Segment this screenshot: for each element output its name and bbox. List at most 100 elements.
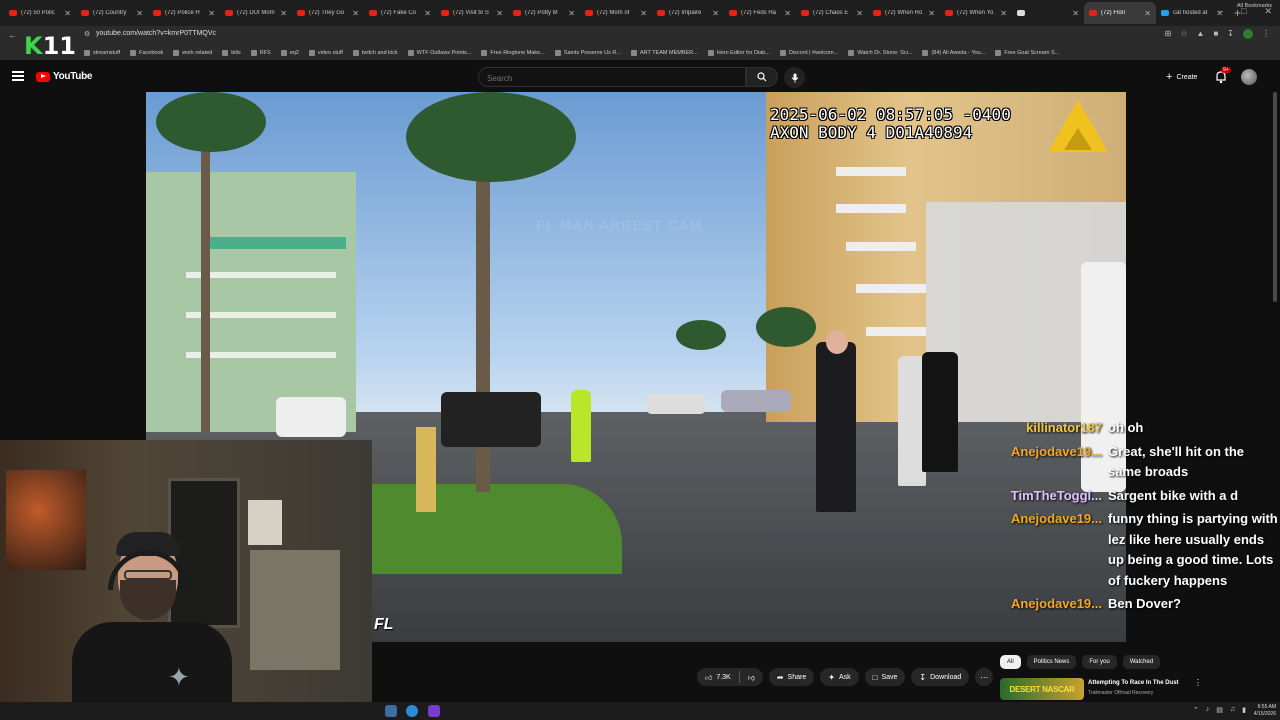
dislike-button[interactable]: 👎︎ bbox=[740, 673, 763, 682]
tab-close-icon[interactable]: ✕ bbox=[136, 9, 143, 18]
bookmark-item[interactable]: Watch Dr. Stone: Sci... bbox=[848, 50, 912, 56]
browser-tab[interactable]: (72) 50 Polic ✕ bbox=[4, 2, 76, 24]
create-button[interactable]: + Create bbox=[1158, 68, 1205, 86]
filter-chip[interactable]: For you bbox=[1082, 655, 1117, 669]
bookmark-item[interactable]: (84) Ali Aweda - You... bbox=[922, 50, 985, 56]
like-button[interactable]: 👍︎ 7.3K bbox=[697, 673, 739, 682]
tab-favicon-icon bbox=[1017, 10, 1025, 16]
tab-close-icon[interactable]: ✕ bbox=[784, 9, 791, 18]
url-input[interactable]: youtube.com/watch?v=kmrP0TTMQVc bbox=[96, 30, 216, 37]
download-icon: ↧ bbox=[919, 672, 927, 682]
bookmark-item[interactable]: work related bbox=[173, 50, 212, 56]
bookmark-item[interactable]: ART TEAM MEMBER... bbox=[630, 50, 698, 56]
tab-close-icon[interactable]: ✕ bbox=[1000, 9, 1007, 18]
recommended-title[interactable]: Attempting To Race In The Dust bbox=[1088, 680, 1179, 686]
site-info-icon[interactable]: ⚙ bbox=[84, 30, 90, 38]
ask-button[interactable]: ✦ Ask bbox=[820, 668, 859, 686]
tab-title: (72) DUI Mom bbox=[237, 10, 275, 16]
more-actions-icon[interactable]: ⋯ bbox=[975, 668, 994, 686]
bookmark-item[interactable]: Discord | #welcom... bbox=[779, 50, 838, 56]
browser-menu-icon[interactable]: ⋮ bbox=[1262, 29, 1270, 39]
bookmark-item[interactable]: Hero Editor for Diab... bbox=[707, 50, 770, 56]
tab-close-icon[interactable]: ✕ bbox=[568, 9, 575, 18]
filter-chip[interactable]: All bbox=[1000, 655, 1021, 669]
tab-close-icon[interactable]: ✕ bbox=[208, 9, 215, 18]
tray-chevron-icon[interactable]: ⌃ bbox=[1193, 706, 1199, 714]
bookmark-item[interactable]: Free Goat Scream S... bbox=[995, 50, 1059, 56]
browser-tab[interactable]: (72) They Go ✕ bbox=[292, 2, 364, 24]
tray-network-icon[interactable]: ▤ bbox=[1216, 706, 1223, 714]
bookmark-item[interactable]: RFS bbox=[250, 50, 271, 56]
hamburger-menu-icon[interactable] bbox=[12, 71, 24, 81]
browser-tab[interactable]: (72) When Yo ✕ bbox=[940, 2, 1012, 24]
browser-tab[interactable]: (72) When Ro ✕ bbox=[868, 2, 940, 24]
video-scene-palm-leaves bbox=[676, 320, 726, 350]
bookmark-item[interactable]: Facebook bbox=[130, 50, 163, 56]
taskbar-clock[interactable]: 6:55 AM 4/15/2026 bbox=[1254, 704, 1276, 718]
video-actions: 👍︎ 7.3K 👎︎ ➦ Share ✦ Ask □ Save ↧ Download ⋯ bbox=[697, 668, 994, 686]
puzzle-icon[interactable]: ■ bbox=[1213, 29, 1218, 39]
browser-tab[interactable]: (72) Impaire ✕ bbox=[652, 2, 724, 24]
filter-chip[interactable]: Watched bbox=[1122, 655, 1161, 669]
download-button[interactable]: ↧ Download bbox=[911, 668, 970, 686]
recommended-menu-icon[interactable]: ⋮ bbox=[1194, 678, 1202, 687]
recommended-channel[interactable]: Trailmaster Offroad Recovery bbox=[1088, 690, 1153, 696]
browser-tab[interactable]: (72) Flori ✕ bbox=[1084, 2, 1156, 24]
bookmark-item[interactable]: WTF Outlaws Points... bbox=[407, 50, 471, 56]
extension-icon[interactable]: ▲ bbox=[1197, 29, 1205, 39]
save-button[interactable]: □ Save bbox=[864, 668, 906, 686]
user-avatar[interactable] bbox=[1241, 69, 1257, 85]
tray-battery-icon[interactable]: ▮ bbox=[1242, 706, 1246, 714]
voice-search-button[interactable] bbox=[784, 67, 805, 88]
back-icon[interactable]: ← bbox=[8, 30, 17, 40]
browser-tab[interactable]: (72) Potty M ✕ bbox=[508, 2, 580, 24]
minimize-icon[interactable]: – bbox=[1218, 6, 1223, 17]
bookmark-item[interactable]: streamstuff bbox=[84, 50, 120, 56]
tab-close-icon[interactable]: ✕ bbox=[712, 9, 719, 18]
tab-close-icon[interactable]: ✕ bbox=[856, 9, 863, 18]
all-bookmarks[interactable]: All Bookmarks bbox=[1237, 3, 1272, 9]
tray-speaker-icon[interactable]: ♫ bbox=[1230, 706, 1235, 714]
bookmark-star-icon[interactable]: ☆ bbox=[1180, 29, 1187, 39]
browser-tab[interactable]: (72) Country ✕ bbox=[76, 2, 148, 24]
browser-app-icon[interactable] bbox=[406, 705, 418, 717]
settings-app-icon[interactable] bbox=[385, 705, 397, 717]
search-button[interactable] bbox=[746, 67, 778, 87]
tab-close-icon[interactable]: ✕ bbox=[640, 9, 647, 18]
tray-volume-icon[interactable]: ♪ bbox=[1206, 706, 1210, 714]
share-button[interactable]: ➦ Share bbox=[768, 668, 815, 686]
page-scrollbar[interactable] bbox=[1273, 92, 1277, 302]
bookmark-item[interactable]: bills bbox=[222, 50, 241, 56]
downloads-icon[interactable]: ↧ bbox=[1227, 29, 1234, 39]
browser-tab[interactable]: (72) Police H ✕ bbox=[148, 2, 220, 24]
browser-tab[interactable]: (72) Fake Co ✕ bbox=[364, 2, 436, 24]
tab-close-icon[interactable]: ✕ bbox=[496, 9, 503, 18]
bookmark-item[interactable]: Saints Preserve Us R... bbox=[554, 50, 621, 56]
tab-close-icon[interactable]: ✕ bbox=[928, 9, 935, 18]
browser-tab[interactable]: (72) Chaos E ✕ bbox=[796, 2, 868, 24]
filter-chip[interactable]: Politics News bbox=[1026, 655, 1077, 669]
tab-close-icon[interactable]: ✕ bbox=[1072, 9, 1079, 18]
tab-close-icon[interactable]: ✕ bbox=[280, 9, 287, 18]
video-scene-hotel-balcony bbox=[836, 204, 906, 213]
obs-app-icon[interactable] bbox=[428, 705, 440, 717]
install-icon[interactable]: ⊞ bbox=[1165, 29, 1172, 39]
tab-close-icon[interactable]: ✕ bbox=[64, 9, 71, 18]
browser-tab[interactable]: (72) Mom of ✕ bbox=[580, 2, 652, 24]
bookmark-item[interactable]: Free Ringtone Make... bbox=[481, 50, 545, 56]
browser-tab[interactable]: (72) Visit to S ✕ bbox=[436, 2, 508, 24]
bookmark-item[interactable]: eq2 bbox=[280, 50, 299, 56]
bookmark-item[interactable]: video stuff bbox=[308, 50, 343, 56]
tab-close-icon[interactable]: ✕ bbox=[352, 9, 359, 18]
recommended-thumbnail[interactable]: DESERT NASCAR bbox=[1000, 678, 1084, 700]
tab-close-icon[interactable]: ✕ bbox=[1144, 9, 1151, 18]
tab-close-icon[interactable]: ✕ bbox=[424, 9, 431, 18]
profile-avatar[interactable] bbox=[1243, 29, 1253, 39]
search-input[interactable] bbox=[479, 69, 745, 88]
video-scene-car bbox=[646, 394, 706, 414]
browser-tab[interactable]: (72) Feds Ha ✕ bbox=[724, 2, 796, 24]
bookmark-item[interactable]: twitch and kick bbox=[352, 50, 398, 56]
browser-tab[interactable]: ✕ bbox=[1012, 2, 1084, 24]
youtube-logo[interactable]: YouTube bbox=[36, 71, 93, 82]
browser-tab[interactable]: (72) DUI Mom ✕ bbox=[220, 2, 292, 24]
